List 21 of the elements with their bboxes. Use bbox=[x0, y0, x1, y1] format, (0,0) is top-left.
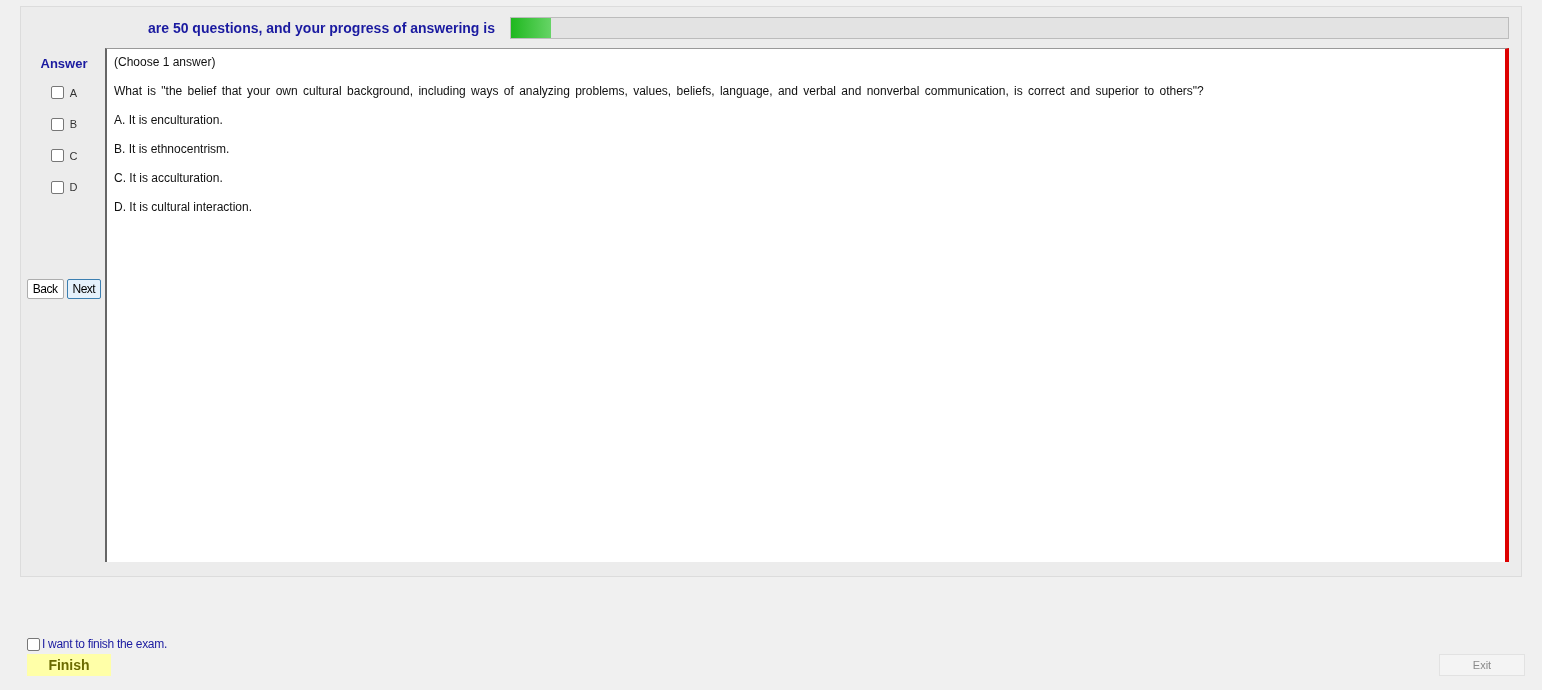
answer-choice: A. It is enculturation. bbox=[114, 113, 224, 127]
finish-checkbox[interactable] bbox=[27, 637, 40, 651]
answer-checkbox[interactable] bbox=[50, 149, 64, 163]
answer-choice: C. It is acculturation. bbox=[114, 171, 224, 185]
answer-checkbox[interactable] bbox=[50, 86, 64, 100]
option-label: B bbox=[69, 118, 78, 131]
finish-button[interactable]: Finish bbox=[27, 654, 111, 676]
nav-button[interactable]: Back bbox=[26, 279, 64, 299]
answer-checkbox[interactable] bbox=[50, 180, 64, 194]
option-label: D bbox=[69, 181, 78, 194]
progress-caption: are 50 questions, and your progress of answering is bbox=[148, 19, 495, 36]
nav-button[interactable]: Next bbox=[66, 279, 102, 299]
answer-choice: D. It is cultural interaction. bbox=[114, 200, 254, 214]
answer-heading: Answer bbox=[40, 56, 88, 71]
option-label: A bbox=[69, 86, 78, 99]
question-text: What is "the belief that your own cultural background, including ways of analyzing problems, values, beliefs, language, and verbal and nonverbal communication, is correct and superior to others"? bbox=[114, 84, 1205, 98]
finish-confirm-label[interactable]: I want to finish the exam. bbox=[42, 637, 167, 651]
option-label: C bbox=[69, 149, 78, 162]
instruction-text: (Choose 1 answer) bbox=[114, 55, 217, 69]
answer-choice: B. It is ethnocentrism. bbox=[114, 142, 231, 156]
answer-checkbox[interactable] bbox=[50, 117, 64, 131]
